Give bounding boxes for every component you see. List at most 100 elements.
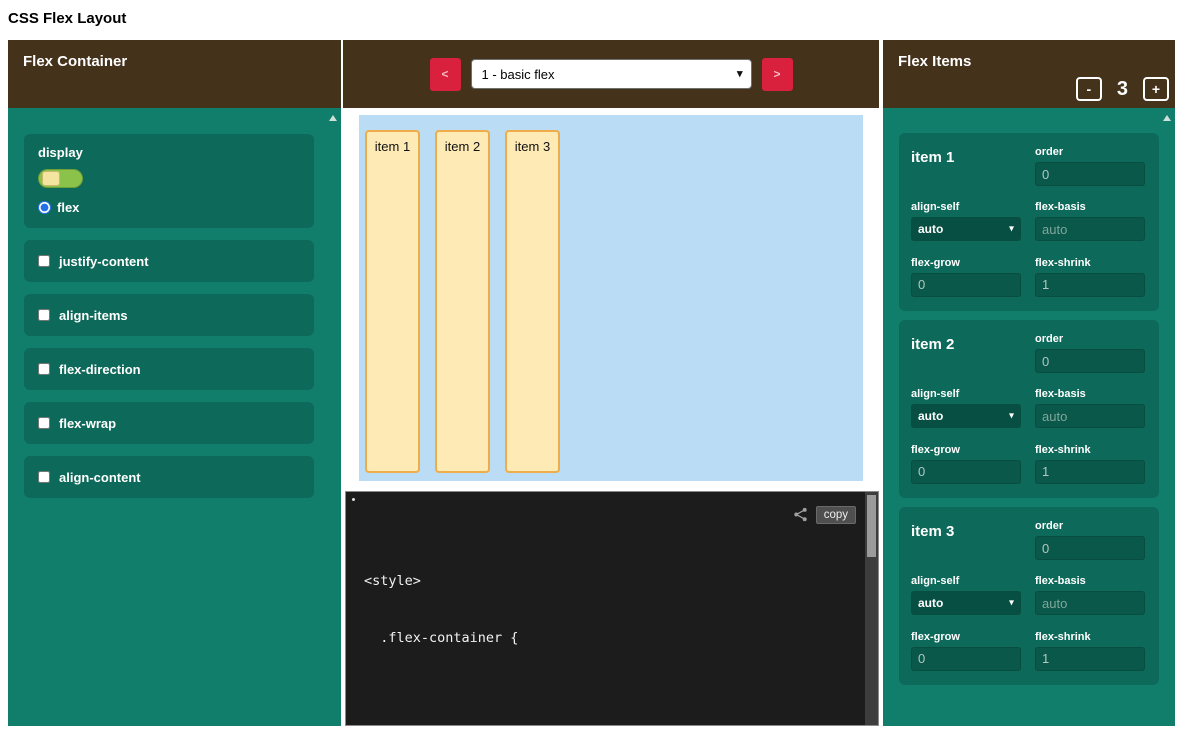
flex-basis-field: flex-basis — [1035, 201, 1145, 242]
align-self-select-wrap: auto ▾ — [911, 404, 1021, 428]
flex-shrink-label: flex-shrink — [1035, 631, 1145, 643]
flex-shrink-field: flex-shrink — [1035, 444, 1145, 485]
order-field: order — [1035, 520, 1145, 561]
example-nav-header: < 1 - basic flex ▾ > — [343, 40, 879, 108]
item-name: item 2 — [911, 333, 1021, 374]
property-label: flex-direction — [59, 362, 141, 377]
code-scrollbar[interactable] — [865, 492, 878, 725]
align-self-field: align-self auto ▾ — [911, 388, 1021, 429]
flex-basis-input[interactable] — [1035, 591, 1145, 615]
order-label: order — [1035, 333, 1145, 345]
property-card-flex-direction[interactable]: flex-direction — [24, 348, 314, 390]
code-listing: <style> .flex-container { display: flex; — [346, 492, 878, 726]
flex-shrink-field: flex-shrink — [1035, 631, 1145, 672]
page-title: CSS Flex Layout — [8, 10, 1199, 27]
flex-container-header: Flex Container — [8, 40, 341, 108]
flex-basis-input[interactable] — [1035, 217, 1145, 241]
display-toggle[interactable] — [38, 169, 83, 188]
preview-panel: < 1 - basic flex ▾ > item 1 item 2 item … — [343, 40, 879, 726]
flex-items-title: Flex Items — [898, 53, 971, 70]
property-card-flex-wrap[interactable]: flex-wrap — [24, 402, 314, 444]
flex-grow-label: flex-grow — [911, 257, 1021, 269]
property-label: justify-content — [59, 254, 149, 269]
order-input[interactable] — [1035, 162, 1145, 186]
code-line: .flex-container { — [364, 629, 878, 648]
scroll-up-icon[interactable] — [1163, 115, 1171, 121]
flex-basis-input[interactable] — [1035, 404, 1145, 428]
align-items-checkbox[interactable] — [38, 309, 50, 321]
align-self-select[interactable]: auto — [911, 404, 1021, 428]
flex-shrink-input[interactable] — [1035, 647, 1145, 671]
item-count-controls: - 3 + — [1076, 77, 1169, 101]
order-field: order — [1035, 333, 1145, 374]
justify-content-checkbox[interactable] — [38, 255, 50, 267]
flex-items-header: Flex Items - 3 + — [883, 40, 1175, 108]
align-content-checkbox[interactable] — [38, 471, 50, 483]
app-layout: Flex Container display flex justify-cont… — [8, 40, 1199, 726]
property-card-align-content[interactable]: align-content — [24, 456, 314, 498]
flex-wrap-checkbox[interactable] — [38, 417, 50, 429]
flex-basis-label: flex-basis — [1035, 388, 1145, 400]
flex-shrink-input[interactable] — [1035, 460, 1145, 484]
align-self-label: align-self — [911, 388, 1021, 400]
code-toolbar: copy — [793, 506, 856, 524]
order-input[interactable] — [1035, 536, 1145, 560]
flex-items-body: item 1 order align-self auto ▾ flex-basi — [883, 108, 1175, 726]
align-self-field: align-self auto ▾ — [911, 201, 1021, 242]
flex-shrink-label: flex-shrink — [1035, 257, 1145, 269]
display-label: display — [38, 145, 300, 160]
align-self-select[interactable]: auto — [911, 591, 1021, 615]
item-name: item 1 — [911, 146, 1021, 187]
flex-basis-field: flex-basis — [1035, 575, 1145, 616]
code-caret-dot — [352, 498, 355, 501]
flex-grow-label: flex-grow — [911, 631, 1021, 643]
example-select-wrap: 1 - basic flex ▾ — [471, 59, 752, 89]
share-icon[interactable] — [793, 507, 808, 522]
code-panel: copy <style> .flex-container { display: … — [345, 491, 879, 726]
align-self-select-wrap: auto ▾ — [911, 591, 1021, 615]
preview-flex-item: item 1 — [365, 130, 420, 473]
example-select[interactable]: 1 - basic flex — [471, 59, 752, 89]
flex-basis-label: flex-basis — [1035, 201, 1145, 213]
flex-shrink-input[interactable] — [1035, 273, 1145, 297]
align-self-select[interactable]: auto — [911, 217, 1021, 241]
flex-basis-label: flex-basis — [1035, 575, 1145, 587]
copy-button[interactable]: copy — [816, 506, 856, 524]
flex-grow-label: flex-grow — [911, 444, 1021, 456]
next-example-button[interactable]: > — [762, 58, 793, 91]
flex-basis-field: flex-basis — [1035, 388, 1145, 429]
item-card-1: item 1 order align-self auto ▾ flex-basi — [899, 133, 1159, 311]
remove-item-button[interactable]: - — [1076, 77, 1102, 101]
code-line: <style> — [364, 572, 878, 591]
add-item-button[interactable]: + — [1143, 77, 1169, 101]
flex-preview-container: item 1 item 2 item 3 — [359, 115, 863, 481]
property-label: align-items — [59, 308, 128, 323]
order-input[interactable] — [1035, 349, 1145, 373]
display-flex-radio-row: flex — [38, 200, 300, 215]
item-name: item 3 — [911, 520, 1021, 561]
align-self-field: align-self auto ▾ — [911, 575, 1021, 616]
property-card-align-items[interactable]: align-items — [24, 294, 314, 336]
prev-example-button[interactable]: < — [430, 58, 461, 91]
display-flex-radio-label: flex — [57, 200, 79, 215]
item-card-2: item 2 order align-self auto ▾ flex-basi — [899, 320, 1159, 498]
property-label: flex-wrap — [59, 416, 116, 431]
flex-grow-input[interactable] — [911, 273, 1021, 297]
toggle-knob-icon — [42, 171, 60, 186]
code-line — [364, 686, 878, 705]
property-card-justify-content[interactable]: justify-content — [24, 240, 314, 282]
flex-container-body: display flex justify-content align-items — [8, 108, 341, 726]
code-scrollbar-thumb[interactable] — [867, 495, 876, 557]
flex-grow-input[interactable] — [911, 460, 1021, 484]
flex-grow-input[interactable] — [911, 647, 1021, 671]
align-self-label: align-self — [911, 575, 1021, 587]
item-card-3: item 3 order align-self auto ▾ flex-basi — [899, 507, 1159, 685]
flex-direction-checkbox[interactable] — [38, 363, 50, 375]
flex-items-panel: Flex Items - 3 + item 1 order align-self — [883, 40, 1175, 726]
flex-container-panel: Flex Container display flex justify-cont… — [8, 40, 341, 726]
align-self-label: align-self — [911, 201, 1021, 213]
scroll-up-icon[interactable] — [329, 115, 337, 121]
display-flex-radio[interactable] — [38, 201, 51, 214]
order-label: order — [1035, 146, 1145, 158]
flex-grow-field: flex-grow — [911, 257, 1021, 298]
